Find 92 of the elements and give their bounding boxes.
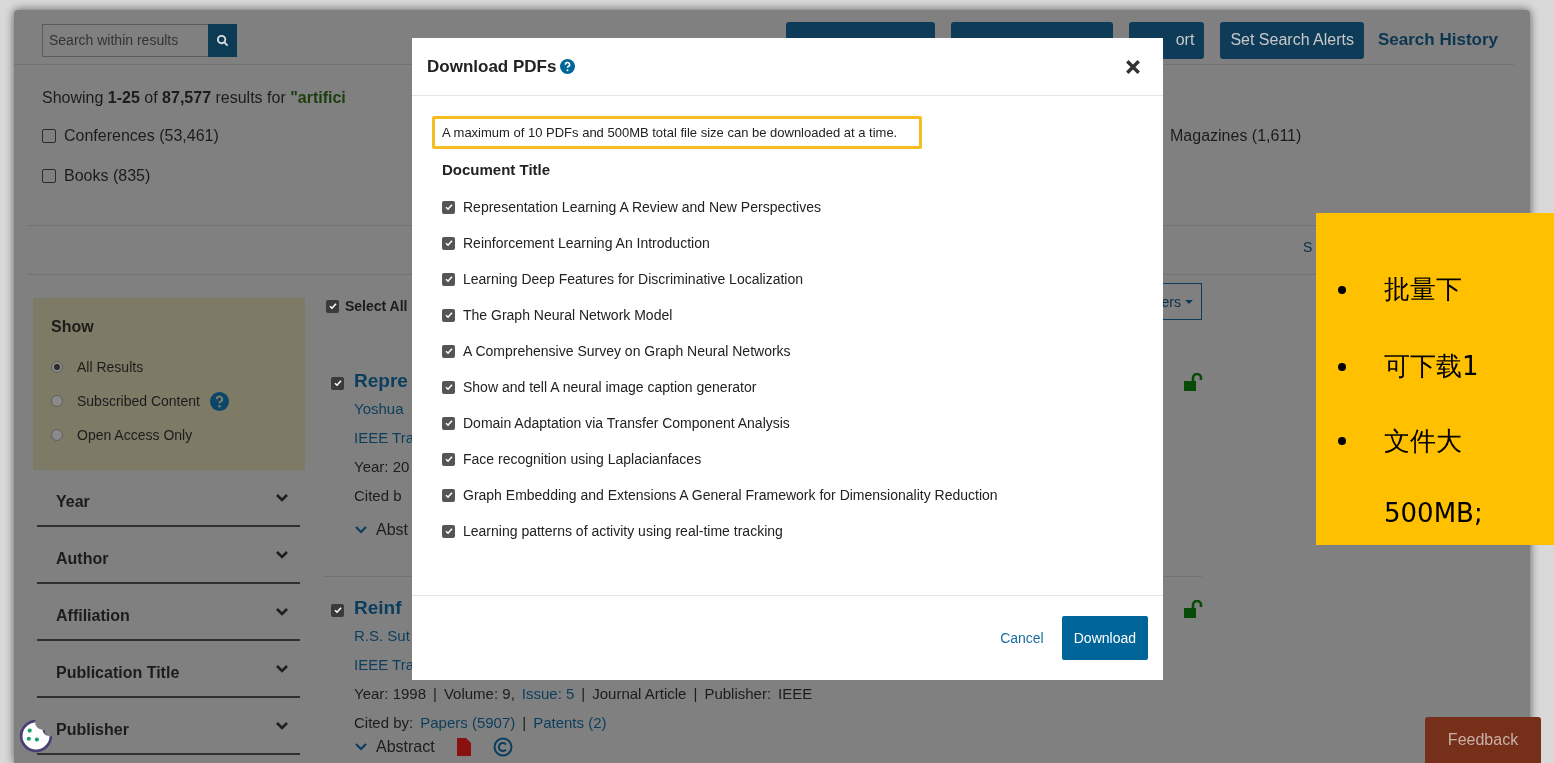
document-checkbox[interactable] <box>442 200 455 214</box>
meta-text: Year: 1998 <box>354 684 426 704</box>
document-title[interactable]: Face recognition using Laplacianfaces <box>463 451 702 467</box>
chevron-icon[interactable] <box>275 663 289 674</box>
document-checkbox[interactable] <box>442 308 455 322</box>
document-title[interactable]: A Comprehensive Survey on Graph Neural Networks <box>463 343 791 359</box>
filter-section-title[interactable]: Author <box>56 541 109 568</box>
dialog-title: Download PDFs <box>427 56 557 77</box>
pdf-icon[interactable] <box>456 738 471 756</box>
radio-label[interactable]: Subscribed Content <box>77 393 200 409</box>
select-all-checkbox[interactable] <box>326 299 339 313</box>
citation-text: | <box>522 713 527 733</box>
filter-label[interactable]: Magazines (1,611) <box>1170 127 1302 145</box>
document-checkbox[interactable] <box>442 272 455 286</box>
document-title[interactable]: Show and tell A neural image caption generator <box>463 379 757 395</box>
abstract-toggle[interactable]: Abstract <box>376 737 435 757</box>
limit-notice: A maximum of 10 PDFs and 500MB total file size can be downloaded at a time. <box>432 116 923 149</box>
document-title[interactable]: The Graph Neural Network Model <box>463 307 673 323</box>
document-title[interactable]: Representation Learning A Review and New Perspectives <box>463 199 821 215</box>
document-title[interactable]: Domain Adaptation via Transfer Component Analysis <box>463 415 790 431</box>
help-icon[interactable] <box>209 391 229 411</box>
meta-text: | <box>693 684 698 704</box>
document-title[interactable]: Learning patterns of activity using real-time tracking <box>463 523 783 539</box>
filter-section-title[interactable]: Publication Title <box>56 655 180 682</box>
chevron-icon[interactable] <box>275 492 289 503</box>
copyright-icon[interactable] <box>492 737 513 757</box>
chevron-icon[interactable] <box>354 525 368 535</box>
meta-link[interactable]: Issue: 5 <box>521 679 575 708</box>
callout-text: 500MB; <box>1384 498 1483 528</box>
cookie-icon[interactable] <box>18 718 54 754</box>
feedback-button[interactable]: Feedback <box>1425 717 1541 763</box>
radio-label[interactable]: All Results <box>77 359 144 375</box>
show-title: Show <box>51 317 95 337</box>
search-icon[interactable] <box>208 23 237 57</box>
citation-link[interactable]: Patents (2) <box>533 708 607 737</box>
document-checkbox[interactable] <box>442 344 455 358</box>
bullet-icon <box>1338 437 1346 445</box>
citation-link[interactable]: Papers (5907) <box>420 708 516 737</box>
meta-text: Year: 20 <box>354 457 410 477</box>
abstract-toggle[interactable]: Abst <box>376 520 408 540</box>
citation-text: Cited by: <box>354 713 414 733</box>
meta-text: Volume: 9, <box>443 684 515 704</box>
callout-text: 批量下 <box>1384 273 1462 306</box>
callout-text: 可下载1 <box>1384 350 1479 383</box>
result-checkbox[interactable] <box>331 376 344 390</box>
download-button[interactable]: Download <box>1061 616 1148 660</box>
document-checkbox[interactable] <box>442 416 455 430</box>
result-checkbox[interactable] <box>331 603 344 617</box>
document-checkbox[interactable] <box>442 236 455 250</box>
document-title[interactable]: Learning Deep Features for Discriminative Localization <box>463 271 804 287</box>
search-field[interactable]: Search within results <box>42 23 208 57</box>
unlock-icon <box>1184 600 1204 618</box>
chevron-icon[interactable] <box>275 720 289 731</box>
document-checkbox[interactable] <box>442 452 455 466</box>
column-heading: Document Title <box>441 160 552 180</box>
filter-label[interactable]: Conferences (53,461) <box>64 127 219 145</box>
meta-text: | <box>581 684 586 704</box>
callout-text: 文件大 <box>1384 424 1462 458</box>
help-icon[interactable] <box>560 59 576 74</box>
meta-text: | <box>433 684 437 704</box>
bullet-icon <box>1338 285 1346 294</box>
radio-button[interactable] <box>51 429 63 441</box>
show-more-link[interactable]: S <box>1303 239 1313 255</box>
filter-section-title[interactable]: Year <box>56 484 90 511</box>
document-checkbox[interactable] <box>442 524 455 538</box>
bullet-icon <box>1338 362 1346 371</box>
results-summary: Showing 1-25 of 87,577 results for "artifici <box>42 89 347 108</box>
unlock-icon <box>1184 373 1204 391</box>
meta-text: IEEE <box>778 684 813 704</box>
toolbar-button[interactable]: Set Search Alerts <box>1220 21 1364 59</box>
close-icon[interactable] <box>1125 58 1141 75</box>
meta-text: Publisher: <box>704 684 772 704</box>
filter-label[interactable]: Books (835) <box>64 167 151 185</box>
cancel-button[interactable]: Cancel <box>994 629 1050 647</box>
filter-checkbox[interactable] <box>42 129 56 143</box>
radio-label[interactable]: Open Access Only <box>77 427 193 443</box>
document-title[interactable]: Graph Embedding and Extensions A General Framework for Dimensionality Reduction <box>463 487 998 503</box>
select-all-label[interactable]: Select All <box>345 298 408 314</box>
chevron-icon[interactable] <box>275 549 289 560</box>
document-checkbox[interactable] <box>442 380 455 394</box>
search-history-link[interactable]: Search History <box>1378 30 1498 50</box>
chevron-icon[interactable] <box>275 606 289 617</box>
document-title[interactable]: Reinforcement Learning An Introduction <box>463 235 710 251</box>
filter-section-title[interactable]: Affiliation <box>56 598 130 625</box>
meta-text: Journal Article <box>592 684 687 704</box>
citation-text: Cited b <box>354 486 402 506</box>
filter-section-title[interactable]: Publisher <box>56 712 129 739</box>
chevron-icon[interactable] <box>354 742 368 752</box>
radio-button[interactable] <box>51 361 63 373</box>
radio-button[interactable] <box>51 395 63 407</box>
document-checkbox[interactable] <box>442 488 455 502</box>
filter-checkbox[interactable] <box>42 169 56 183</box>
